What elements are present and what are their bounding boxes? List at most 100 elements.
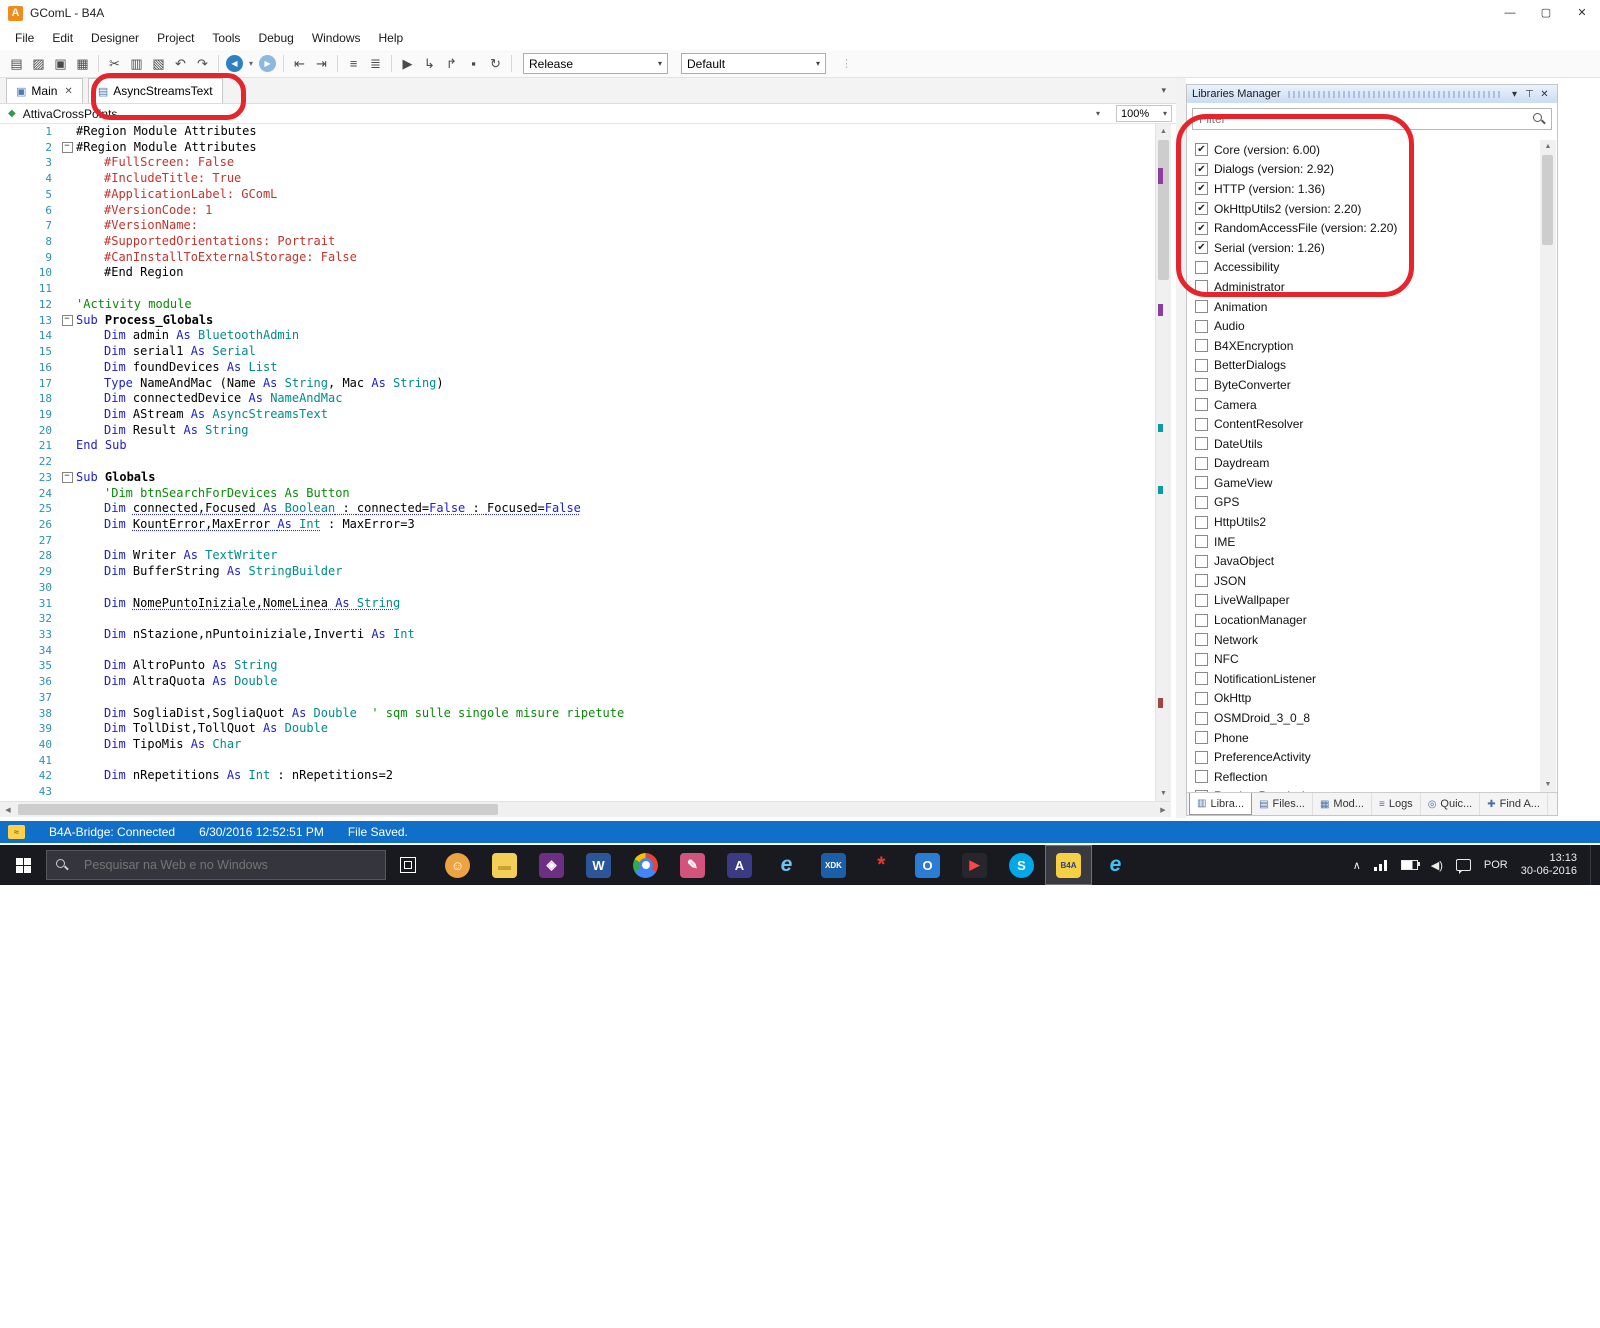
restore-icon[interactable]: ▢ (1528, 0, 1564, 26)
code-text[interactable] (76, 643, 1155, 659)
network-icon[interactable] (1373, 859, 1388, 871)
new-module-icon[interactable]: ▤ (6, 53, 27, 75)
indent-icon[interactable]: ⇥ (311, 53, 332, 75)
library-list-scrollbar[interactable]: ▲ ▼ (1540, 140, 1556, 792)
save-icon[interactable]: ▣ (50, 53, 71, 75)
panel-menu-caret-icon[interactable]: ▾ (1507, 89, 1522, 100)
zoom-select[interactable]: 100% ▾ (1116, 105, 1172, 122)
library-item[interactable]: Reflection (1188, 767, 1540, 787)
panel-splitter[interactable] (1176, 78, 1186, 818)
library-checkbox[interactable] (1195, 613, 1208, 627)
library-item[interactable]: BetterDialogs (1188, 356, 1540, 376)
code-text[interactable]: 'Activity module (76, 297, 1155, 313)
library-checkbox[interactable]: ✔ (1195, 162, 1208, 176)
build-configuration-select[interactable]: Release ▾ (523, 53, 668, 74)
outdent-icon[interactable]: ⇤ (289, 53, 310, 75)
code-text[interactable]: Dim BufferString As StringBuilder (76, 564, 1155, 580)
copy-icon[interactable]: ▥ (126, 53, 147, 75)
library-item[interactable]: Accessibility (1188, 258, 1540, 278)
b4a-button[interactable]: B4A (1045, 845, 1092, 885)
library-checkbox[interactable]: ✔ (1195, 182, 1208, 196)
library-item[interactable]: JavaObject (1188, 551, 1540, 571)
library-item[interactable]: Camera (1188, 395, 1540, 415)
open-project-icon[interactable]: ▨ (28, 53, 49, 75)
library-item[interactable]: OkHttp (1188, 689, 1540, 709)
library-checkbox[interactable] (1195, 378, 1208, 392)
library-checkbox[interactable] (1195, 593, 1208, 607)
code-text[interactable]: Dim nStazione,nPuntoiniziale,Inverti As … (76, 627, 1155, 643)
fold-collapse-icon[interactable]: − (61, 471, 73, 483)
uncomment-icon[interactable]: ≣ (365, 53, 386, 75)
panel-tab-logs[interactable]: ≡ Logs (1372, 793, 1421, 815)
scope-caret-icon[interactable]: ▾ (1096, 109, 1100, 118)
editor-vscroll-thumb[interactable] (1158, 140, 1169, 280)
code-text[interactable]: Dim foundDevices As List (76, 360, 1155, 376)
library-item[interactable]: LiveWallpaper (1188, 591, 1540, 611)
chrome-button[interactable] (622, 845, 669, 885)
library-checkbox[interactable] (1195, 731, 1208, 745)
code-text[interactable]: Dim SogliaDist,SogliaQuot As Double ' sq… (76, 706, 1155, 722)
comment-icon[interactable]: ≡ (343, 53, 364, 75)
code-text[interactable]: Dim nRepetitions As Int : nRepetitions=2 (76, 768, 1155, 784)
code-text[interactable] (76, 281, 1155, 297)
library-item[interactable]: ✔ OkHttpUtils2 (version: 2.20) (1188, 199, 1540, 219)
code-text[interactable]: Dim AStream As AsyncStreamsText (76, 407, 1155, 423)
panel-tab-libra[interactable]: ▥ Libra... (1189, 793, 1253, 815)
editor-vertical-scrollbar[interactable]: ▲ ▼ (1155, 124, 1171, 801)
library-checkbox[interactable] (1195, 398, 1208, 412)
code-text[interactable]: Dim Result As String (76, 423, 1155, 439)
code-text[interactable]: Dim connectedDevice As NameAndMac (76, 391, 1155, 407)
library-item[interactable]: Phone (1188, 728, 1540, 748)
paint-app-button[interactable]: ✎ (669, 845, 716, 885)
panel-tab-mod[interactable]: ▦ Mod... (1313, 793, 1372, 815)
pin-icon[interactable]: ⊤ (1522, 89, 1537, 100)
library-item[interactable]: ✔ Dialogs (version: 2.92) (1188, 160, 1540, 180)
code-text[interactable]: Dim admin As BluetoothAdmin (76, 328, 1155, 344)
media-app-button[interactable]: ◈ (528, 845, 575, 885)
scroll-down-icon[interactable]: ▼ (1156, 786, 1171, 801)
clean-project-icon[interactable]: ↻ (485, 53, 506, 75)
menu-edit[interactable]: Edit (43, 26, 82, 50)
editor-hscroll-thumb[interactable] (18, 804, 498, 815)
scroll-right-icon[interactable]: ▶ (1155, 806, 1171, 814)
scroll-up-icon[interactable]: ▲ (1540, 140, 1556, 154)
panel-tab-quic[interactable]: ◎ Quic... (1421, 793, 1481, 815)
code-text[interactable] (76, 454, 1155, 470)
minimize-icon[interactable]: — (1492, 0, 1528, 26)
code-text[interactable]: Type NameAndMac (Name As String, Mac As … (76, 376, 1155, 392)
tab-asyncstreamstext[interactable]: ▤ AsyncStreamsText (87, 78, 223, 103)
code-text[interactable]: #FullScreen: False (76, 155, 1155, 171)
tray-expand-icon[interactable]: ∧ (1353, 859, 1361, 872)
tab-close-icon[interactable]: ✕ (64, 86, 72, 97)
library-checkbox[interactable] (1195, 691, 1208, 705)
menu-file[interactable]: File (6, 26, 43, 50)
library-checkbox[interactable] (1195, 711, 1208, 725)
undo-icon[interactable]: ↶ (170, 53, 191, 75)
library-checkbox[interactable] (1195, 417, 1208, 431)
cut-icon[interactable]: ✂ (104, 53, 125, 75)
library-checkbox[interactable] (1195, 633, 1208, 647)
library-checkbox[interactable] (1195, 437, 1208, 451)
scroll-up-icon[interactable]: ▲ (1156, 124, 1171, 139)
library-item[interactable]: NFC (1188, 649, 1540, 669)
library-checkbox[interactable] (1195, 456, 1208, 470)
library-checkbox[interactable]: ✔ (1195, 241, 1208, 255)
library-item[interactable]: IME (1188, 532, 1540, 552)
library-item[interactable]: B4XEncryption (1188, 336, 1540, 356)
library-item[interactable]: ✔ Serial (version: 1.26) (1188, 238, 1540, 258)
code-text[interactable] (76, 690, 1155, 706)
library-checkbox[interactable] (1195, 554, 1208, 568)
library-checkbox[interactable]: ✔ (1195, 202, 1208, 216)
code-text[interactable]: #ApplicationLabel: GComL (76, 187, 1155, 203)
battery-icon[interactable] (1400, 860, 1420, 870)
menu-help[interactable]: Help (370, 26, 413, 50)
library-item[interactable]: ByteConverter (1188, 375, 1540, 395)
code-text[interactable]: Sub Globals (76, 470, 1155, 486)
save-all-icon[interactable]: ▦ (72, 53, 93, 75)
code-text[interactable]: #VersionName: (76, 218, 1155, 234)
breakpoint-icon[interactable]: ▪ (463, 53, 484, 75)
code-text[interactable] (76, 533, 1155, 549)
menu-designer[interactable]: Designer (82, 26, 148, 50)
library-item[interactable]: LocationManager (1188, 610, 1540, 630)
editor-horizontal-scrollbar[interactable]: ◀ ▶ (0, 801, 1171, 817)
